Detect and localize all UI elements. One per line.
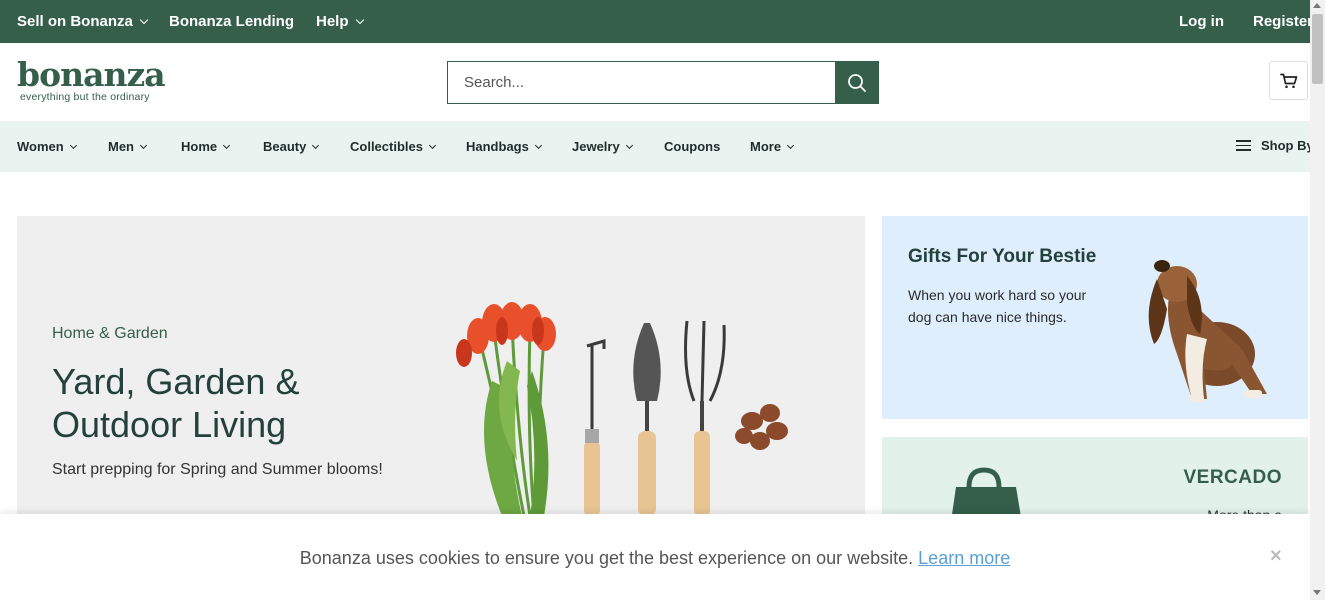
search-button[interactable] (835, 61, 879, 104)
nav-item-label: Collectibles (350, 139, 423, 154)
nav-item-label: Jewelry (572, 139, 620, 154)
chevron-down-icon (139, 141, 148, 149)
logo-wordmark: bonanza (17, 55, 166, 94)
nav-item-home[interactable]: Home (181, 139, 231, 154)
shop-by-menu[interactable]: Shop By (1236, 138, 1314, 153)
sell-on-bonanza-label: Sell on Bonanza (17, 13, 133, 30)
nav-item-more[interactable]: More (750, 139, 795, 154)
close-icon[interactable]: × (1270, 545, 1282, 568)
learn-more-link[interactable]: Learn more (918, 548, 1010, 568)
header: bonanza everything but the ordinary (0, 43, 1310, 121)
nav-item-jewelry[interactable]: Jewelry (572, 139, 633, 154)
chevron-down-icon (355, 15, 364, 24)
nav-item-men[interactable]: Men (108, 139, 148, 154)
chevron-down-icon (223, 141, 231, 149)
cart-button[interactable] (1269, 61, 1308, 100)
help-menu[interactable]: Help (316, 13, 364, 30)
basset-hound-image (1148, 260, 1267, 402)
scroll-thumb[interactable] (1312, 14, 1323, 84)
bonanza-logo[interactable]: bonanza everything but the ordinary (17, 55, 166, 103)
nav-item-coupons[interactable]: Coupons (664, 139, 720, 154)
nav-item-beauty[interactable]: Beauty (263, 139, 320, 154)
nav-item-label: Men (108, 139, 134, 154)
nav-item-label: Beauty (263, 139, 307, 154)
nav-item-label: Women (17, 139, 64, 154)
chevron-down-icon (428, 141, 437, 149)
cookie-message: Bonanza uses cookies to ensure you get t… (299, 548, 914, 568)
chevron-down-icon (534, 141, 542, 149)
nav-item-collectibles[interactable]: Collectibles (350, 139, 437, 154)
bonanza-lending-label: Bonanza Lending (169, 13, 294, 30)
scroll-down-arrow-icon[interactable] (1313, 590, 1321, 595)
nav-item-label: Handbags (466, 139, 529, 154)
chevron-down-icon (625, 141, 633, 149)
nav-item-label: More (750, 139, 782, 154)
chevron-down-icon (69, 141, 77, 149)
cookie-banner: Bonanza uses cookies to ensure you get t… (0, 514, 1310, 600)
top-bar: Sell on Bonanza Bonanza Lending Help Log… (0, 0, 1313, 43)
nav-item-handbags[interactable]: Handbags (466, 139, 542, 154)
hero-title: Yard, Garden & Outdoor Living (52, 361, 300, 445)
card-title: VERCADO (1183, 467, 1282, 488)
card-title: Gifts For Your Bestie (908, 246, 1097, 267)
sell-on-bonanza-menu[interactable]: Sell on Bonanza (17, 13, 149, 30)
login-label: Log in (1179, 13, 1224, 30)
chevron-down-icon (787, 141, 795, 149)
search-bar (447, 61, 879, 104)
gifts-for-bestie-card[interactable]: Gifts For Your Bestie When you work hard… (882, 216, 1308, 419)
cookie-message-row: Bonanza uses cookies to ensure you get t… (0, 548, 1310, 569)
nav-item-women[interactable]: Women (17, 139, 77, 154)
search-icon (848, 73, 866, 92)
chevron-down-icon (139, 15, 149, 24)
register-label: Register (1253, 13, 1314, 30)
search-input[interactable] (447, 61, 835, 104)
hamburger-icon (1236, 140, 1251, 151)
category-nav: Women Men Home Beauty Collectibles Handb… (0, 121, 1314, 172)
scroll-up-arrow-icon[interactable] (1313, 3, 1321, 8)
bonanza-lending-link[interactable]: Bonanza Lending (169, 13, 294, 30)
shop-by-label: Shop By (1261, 138, 1314, 153)
help-label: Help (316, 13, 349, 30)
logo-tagline: everything but the ordinary (20, 91, 150, 103)
cart-icon (1279, 73, 1297, 88)
card-text: When you work hard so your dog can have … (908, 287, 1087, 325)
hero-subtitle: Start prepping for Spring and Summer blo… (52, 461, 383, 478)
page: Sell on Bonanza Bonanza Lending Help Log… (0, 0, 1325, 600)
nav-item-label: Coupons (664, 139, 721, 154)
login-link[interactable]: Log in (1179, 13, 1224, 30)
scrollbar[interactable] (1310, 0, 1325, 600)
hero-banner[interactable]: Home & Garden Yard, Garden & Outdoor Liv… (17, 216, 865, 516)
register-link[interactable]: Register (1253, 13, 1313, 30)
hero-eyebrow: Home & Garden (52, 325, 168, 342)
nav-item-label: Home (181, 139, 218, 154)
garden-tools-image (456, 302, 788, 516)
chevron-down-icon (312, 141, 320, 149)
